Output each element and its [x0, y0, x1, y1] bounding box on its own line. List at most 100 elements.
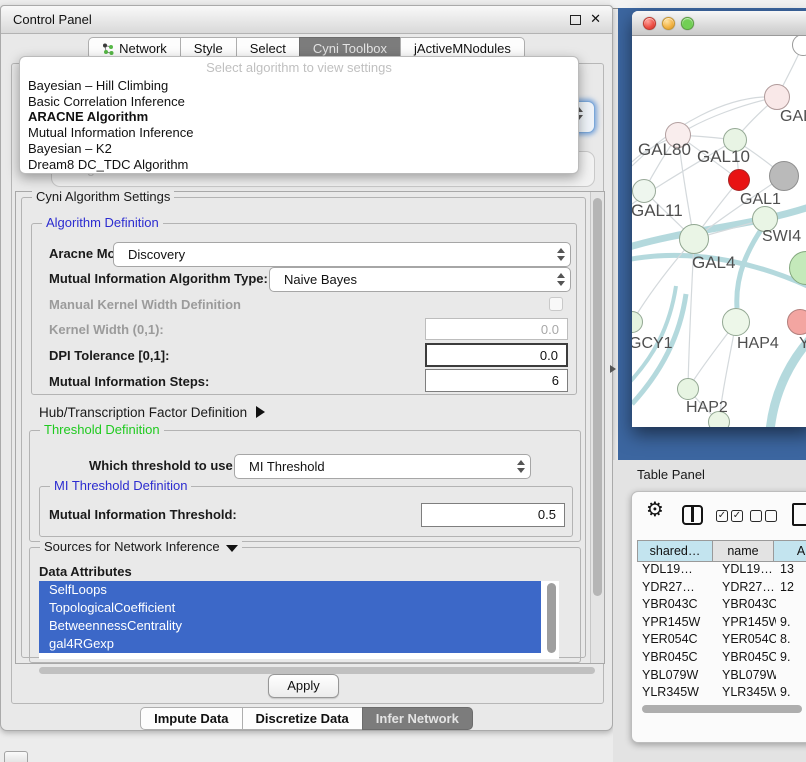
split-columns-icon[interactable]: [682, 505, 703, 525]
kernel-width-label: Kernel Width (0,1):: [49, 322, 164, 337]
network-node-label: GAL4: [692, 253, 735, 273]
float-window-icon[interactable]: [570, 15, 581, 25]
table-cell: 8.: [776, 632, 806, 650]
aracne-mode-select[interactable]: Discovery: [113, 242, 571, 267]
tab-discretize-data[interactable]: Discretize Data: [242, 707, 363, 730]
expand-right-icon: [256, 406, 265, 418]
network-window-titlebar: [632, 11, 806, 36]
table-row[interactable]: YLR345WYLR345W9.: [638, 685, 806, 703]
mi-algorithm-type-value: Naive Bayes: [270, 272, 552, 287]
which-threshold-value: MI Threshold: [235, 459, 512, 474]
table-row[interactable]: YPR145WYPR145W9.: [638, 615, 806, 633]
network-node[interactable]: [677, 378, 699, 400]
mi-algorithm-type-label: Mutual Information Algorithm Type:: [49, 271, 268, 286]
tab-infer-network[interactable]: Infer Network: [362, 707, 473, 730]
control-panel-title: Control Panel: [13, 12, 92, 27]
table-row[interactable]: YDR27…YDR27…12: [638, 580, 806, 598]
network-node-label: GAL11: [632, 201, 683, 221]
collapse-down-icon: [226, 545, 238, 552]
network-node[interactable]: [632, 179, 656, 203]
table-column-header[interactable]: name: [712, 540, 774, 562]
kernel-width-field[interactable]: 0.0: [425, 318, 568, 340]
table-row[interactable]: YER054CYER054C8.: [638, 632, 806, 650]
table-cell: YDL19…: [638, 562, 714, 580]
table-cell: YLR345W: [638, 685, 714, 703]
network-node[interactable]: [769, 161, 799, 191]
stepper-arrows-icon: [552, 273, 570, 286]
algorithm-option[interactable]: ARACNE Algorithm: [20, 109, 578, 125]
algorithm-option[interactable]: Mutual Information Inference: [20, 125, 578, 141]
network-node[interactable]: [764, 84, 790, 110]
table-cell: YDL19…: [714, 562, 776, 580]
deselect-all-icon[interactable]: [765, 510, 777, 522]
table-row[interactable]: YBR043CYBR043C: [638, 597, 806, 615]
which-threshold-select[interactable]: MI Threshold: [234, 454, 531, 479]
data-attribute-item[interactable]: SelfLoops: [39, 581, 541, 599]
close-icon[interactable]: ✕: [590, 11, 601, 27]
collapsed-panel-button[interactable]: [4, 751, 28, 762]
table-cell: YDR27…: [714, 580, 776, 598]
apply-button[interactable]: Apply: [268, 674, 339, 698]
stepper-arrows-icon: [512, 460, 530, 473]
threshold-definition-title: Threshold Definition: [40, 422, 164, 437]
network-canvas[interactable]: GALGAL80GAL10GAL1GAL11SWI4GAL4GCY1HAP4YH…: [632, 36, 806, 427]
mi-steps-field[interactable]: 6: [425, 369, 568, 392]
zoom-traffic-light[interactable]: [681, 17, 694, 30]
table-row[interactable]: YDL19…YDL19…13: [638, 562, 806, 580]
control-panel-window: Control Panel ✕ Network Style: [0, 5, 613, 731]
data-attributes-label: Data Attributes: [39, 564, 132, 579]
select-all-checked-icon[interactable]: ✓: [716, 510, 728, 522]
splitter-collapse-arrow[interactable]: [610, 365, 616, 373]
algorithm-option[interactable]: Bayesian – K2: [20, 141, 578, 157]
data-attribute-item[interactable]: TopologicalCoefficient: [39, 599, 541, 617]
horizontal-scrollbar-thumb[interactable]: [39, 667, 595, 674]
data-attribute-item[interactable]: BetweennessCentrality: [39, 617, 541, 635]
export-table-icon[interactable]: [792, 503, 806, 526]
table-cell: YLR345W: [714, 685, 776, 703]
close-traffic-light[interactable]: [643, 17, 656, 30]
vertical-scrollbar-thumb[interactable]: [593, 198, 602, 596]
stepper-arrows-icon: [552, 248, 570, 261]
network-node-label: GCY1: [632, 335, 673, 353]
mi-algorithm-type-select[interactable]: Naive Bayes: [269, 267, 571, 292]
network-node[interactable]: [722, 308, 750, 336]
manual-kernel-width-checkbox[interactable]: [549, 297, 563, 311]
mi-threshold-field[interactable]: 0.5: [421, 503, 565, 527]
algorithm-option[interactable]: Dream8 DC_TDC Algorithm: [20, 157, 578, 173]
table-column-header[interactable]: A: [773, 540, 806, 562]
table-cell: 9.: [776, 650, 806, 668]
data-attributes-list[interactable]: SelfLoopsTopologicalCoefficientBetweenne…: [39, 581, 559, 659]
algorithm-option[interactable]: Bayesian – Hill Climbing: [20, 78, 578, 94]
list-scrollbar-thumb[interactable]: [547, 583, 556, 653]
tab-impute-data[interactable]: Impute Data: [140, 707, 242, 730]
manual-kernel-width-label: Manual Kernel Width Definition: [49, 297, 241, 312]
table-cell: YBR045C: [714, 650, 776, 668]
table-cell: YBR043C: [714, 597, 776, 615]
algorithm-option[interactable]: Basic Correlation Inference: [20, 94, 578, 110]
network-node[interactable]: [787, 309, 806, 335]
network-node[interactable]: [679, 224, 709, 254]
table-row[interactable]: YBR045CYBR045C9.: [638, 650, 806, 668]
mi-threshold-definition-title: MI Threshold Definition: [50, 478, 191, 493]
gear-icon[interactable]: ⚙: [646, 497, 664, 522]
dpi-tolerance-field[interactable]: 0.0: [425, 343, 568, 367]
table-cell: 13: [776, 562, 806, 580]
vertical-scrollbar[interactable]: [590, 192, 604, 663]
table-cell: YBL079W: [714, 668, 776, 686]
table-row[interactable]: YBL079WYBL079W: [638, 668, 806, 686]
algorithm-dropdown-prompt: Select algorithm to view settings: [20, 57, 578, 78]
select-all-checked-icon[interactable]: ✓: [731, 510, 743, 522]
node-table: shared…nameA YDL19…YDL19…13YDR27…YDR27…1…: [638, 540, 806, 703]
table-cell: YBL079W: [638, 668, 714, 686]
which-threshold-label: Which threshold to use:: [89, 458, 237, 473]
data-attribute-item[interactable]: gal4RGexp: [39, 635, 541, 653]
network-node[interactable]: [728, 169, 750, 191]
aracne-mode-value: Discovery: [114, 247, 552, 262]
mi-steps-label: Mutual Information Steps:: [49, 374, 209, 389]
table-horizontal-scrollbar-thumb[interactable]: [642, 705, 802, 713]
network-node-label: HAP2: [686, 399, 728, 417]
hub-definition-expander[interactable]: Hub/Transcription Factor Definition: [39, 404, 265, 422]
table-column-header[interactable]: shared…: [637, 540, 713, 562]
deselect-all-icon[interactable]: [750, 510, 762, 522]
minimize-traffic-light[interactable]: [662, 17, 675, 30]
